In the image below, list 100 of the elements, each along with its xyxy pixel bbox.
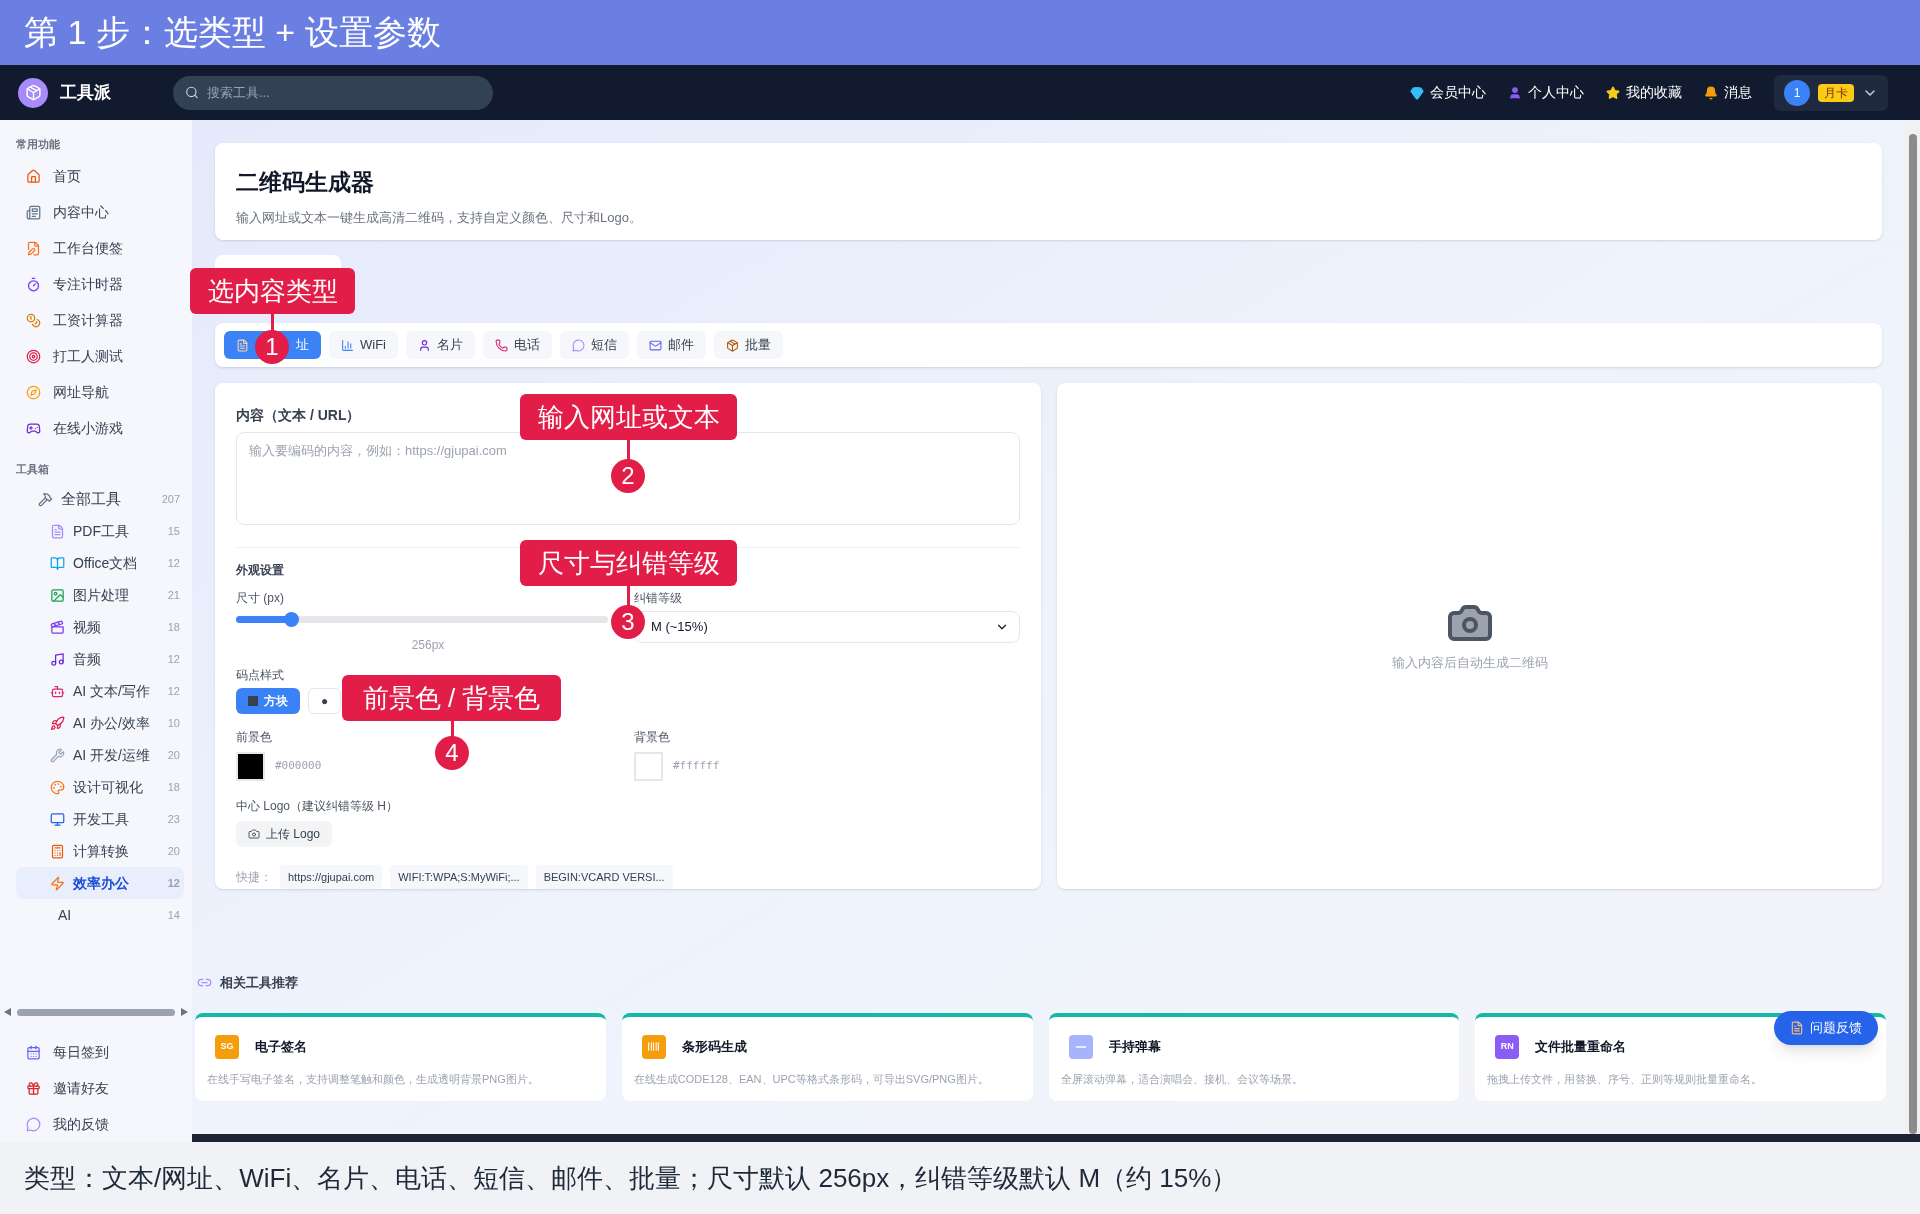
sidebar-item[interactable]: 在线小游戏 (16, 410, 184, 447)
sidebar-item[interactable]: 图片处理 21 (16, 579, 184, 611)
size-reading: 256px (411, 636, 445, 654)
color-swatch[interactable] (236, 751, 265, 781)
sidebar-item[interactable]: AI 开发/运维 20 (16, 739, 184, 771)
sidebar-item[interactable]: 我的反馈 (16, 1106, 192, 1142)
document-icon (1790, 1020, 1804, 1035)
field-label: 尺寸 (px) (236, 589, 284, 607)
preview-hint: 输入内容后自动生成二维码 (1391, 654, 1548, 673)
menu-icon (26, 205, 41, 220)
sidebar-item[interactable]: 内容中心 (16, 194, 184, 231)
sidebar-item[interactable]: 打工人测试 (16, 338, 184, 375)
quick-chip[interactable]: https://gjupai.com (280, 865, 383, 889)
tool-title: 电子签名 (255, 1037, 307, 1056)
membership-badge: 月卡 (1818, 83, 1854, 102)
menu-icon (26, 1044, 41, 1060)
quick-chip[interactable]: BEGIN:VCARD VERSI... (535, 865, 673, 889)
tool-card[interactable]: SG 电子签名 在线手写电子签名，支持调整笔触和颜色，生成透明背景PNG图片。 (195, 1012, 606, 1101)
page-subtitle: 输入网址或文本一键生成高清二维码，支持自定义颜色、尺寸和Logo。 (236, 208, 643, 227)
search-input[interactable]: 搜索工具... (206, 82, 481, 103)
tab-icon (236, 338, 249, 352)
user-menu[interactable]: 1 月卡 (1774, 74, 1888, 111)
type-tab[interactable]: 邮件 (637, 331, 706, 359)
brand-name: 工具派 (60, 81, 111, 104)
menu-icon (26, 277, 41, 292)
type-tab[interactable]: 电话 (483, 331, 552, 359)
leader-line (627, 586, 630, 606)
section-title: 外观设置 (236, 561, 284, 579)
sidebar-item[interactable]: 效率办公 12 (16, 867, 184, 899)
gem-icon (1410, 85, 1424, 100)
tab-icon (726, 338, 739, 352)
upload-logo-button[interactable]: 上传 Logo (236, 820, 333, 847)
field-label: 纠错等级 (634, 589, 683, 607)
tool-card[interactable]: 条形码生成 在线生成CODE128、EAN、UPC等格式条形码，可导出SVG/PNG图片。 (621, 1012, 1033, 1101)
sidebar-item[interactable]: Office文档 12 (16, 547, 184, 579)
color-value: #ffffff (673, 758, 720, 775)
nav-link[interactable]: 会员中心 (1410, 82, 1486, 103)
caption-text: 类型：文本/网址、WiFi、名片、电话、短信、邮件、批量；尺寸默认 256px，纠错等级默认 M（约 15%） (24, 1161, 1238, 1195)
feedback-button[interactable]: 问题反馈 (1774, 1010, 1878, 1045)
scroll-left-icon[interactable] (4, 1008, 11, 1016)
nav-link[interactable]: 我的收藏 (1606, 82, 1682, 103)
type-tab[interactable]: 名片 (406, 331, 475, 359)
tool-icon (50, 587, 65, 603)
search-field[interactable]: 搜索工具... (173, 75, 493, 110)
scroll-right-icon[interactable] (181, 1008, 188, 1016)
dot-style-option[interactable]: 方块 (236, 687, 300, 714)
callout-label: 选内容类型 (190, 268, 355, 314)
sidebar-item[interactable]: 音频 12 (16, 643, 184, 675)
sidebar-item[interactable]: AI 文本/写作 12 (16, 675, 184, 707)
nav-link[interactable]: 个人中心 (1508, 82, 1584, 103)
tool-description: 拖拽上传文件，用替换、序号、正则等规则批量重命名。 (1487, 1071, 1764, 1087)
tool-card[interactable]: 手持弹幕 全屏滚动弹幕，适合演唱会、接机、会议等场景。 (1048, 1012, 1460, 1101)
camera-icon (248, 827, 260, 840)
tool-icon (50, 523, 65, 539)
section-title: 相关工具推荐 (220, 974, 298, 992)
type-tab[interactable]: WiFi (329, 331, 398, 359)
tool-title: 文件批量重命名 (1535, 1037, 1627, 1056)
sidebar-item[interactable]: 计算转换 20 (16, 835, 184, 867)
slider-thumb[interactable] (283, 611, 299, 627)
sidebar-item[interactable]: 专注计时器 (16, 266, 184, 303)
sidebar-item[interactable]: 视频 18 (16, 611, 184, 643)
menu-icon (26, 1116, 41, 1132)
sidebar-item[interactable]: 邀请好友 (16, 1070, 192, 1106)
color-swatch[interactable] (634, 751, 663, 781)
sidebar-item[interactable]: 工资计算器 (16, 302, 184, 339)
sidebar-item[interactable]: 开发工具 23 (16, 803, 184, 835)
quick-chip[interactable]: WIFI:T:WPA;S:MyWiFi;... (390, 865, 528, 889)
sidebar-item[interactable]: 工作台便签 (16, 230, 184, 267)
menu-icon (26, 169, 41, 184)
menu-icon (26, 421, 41, 436)
tool-description: 全屏滚动弹幕，适合演唱会、接机、会议等场景。 (1060, 1071, 1304, 1087)
nav-link[interactable]: 消息 (1704, 82, 1752, 103)
field-label: 前景色 (236, 728, 272, 746)
sidebar-item[interactable]: 网址导航 (16, 374, 184, 411)
leader-line (627, 440, 630, 460)
menu-icon (26, 1080, 41, 1096)
sidebar-item[interactable]: AI 办公/效率 10 (16, 707, 184, 739)
menu-icon (26, 385, 41, 400)
tool-icon (50, 683, 65, 699)
tool-icon (50, 747, 65, 763)
sidebar-item[interactable]: 设计可视化 18 (16, 771, 184, 803)
tool-icon (50, 875, 65, 891)
sidebar-item[interactable]: 全部工具 207 (16, 483, 184, 515)
tool-icon (38, 491, 53, 507)
tool-icon (50, 779, 65, 795)
dot-style-option[interactable]: ● (308, 687, 342, 714)
type-tab[interactable]: 短信 (560, 331, 629, 359)
field-label: 内容（文本 / URL） (236, 406, 361, 425)
user-avatar: 1 (1784, 79, 1810, 106)
menu-icon (26, 349, 41, 364)
sidebar-item[interactable]: 首页 (16, 158, 184, 195)
tool-description: 在线手写电子签名，支持调整笔触和颜色，生成透明背景PNG图片。 (207, 1071, 540, 1087)
sidebar-item[interactable]: AI 14 (16, 899, 184, 931)
user-icon (1508, 85, 1522, 100)
page-title: 二维码生成器 (236, 168, 375, 197)
scrollbar-thumb[interactable] (17, 1008, 175, 1016)
sidebar-item[interactable]: 每日签到 (16, 1034, 192, 1070)
type-tab[interactable]: 批量 (714, 331, 783, 359)
sidebar-item[interactable]: PDF工具 15 (16, 515, 184, 547)
callout-label: 前景色 / 背景色 (342, 675, 561, 721)
